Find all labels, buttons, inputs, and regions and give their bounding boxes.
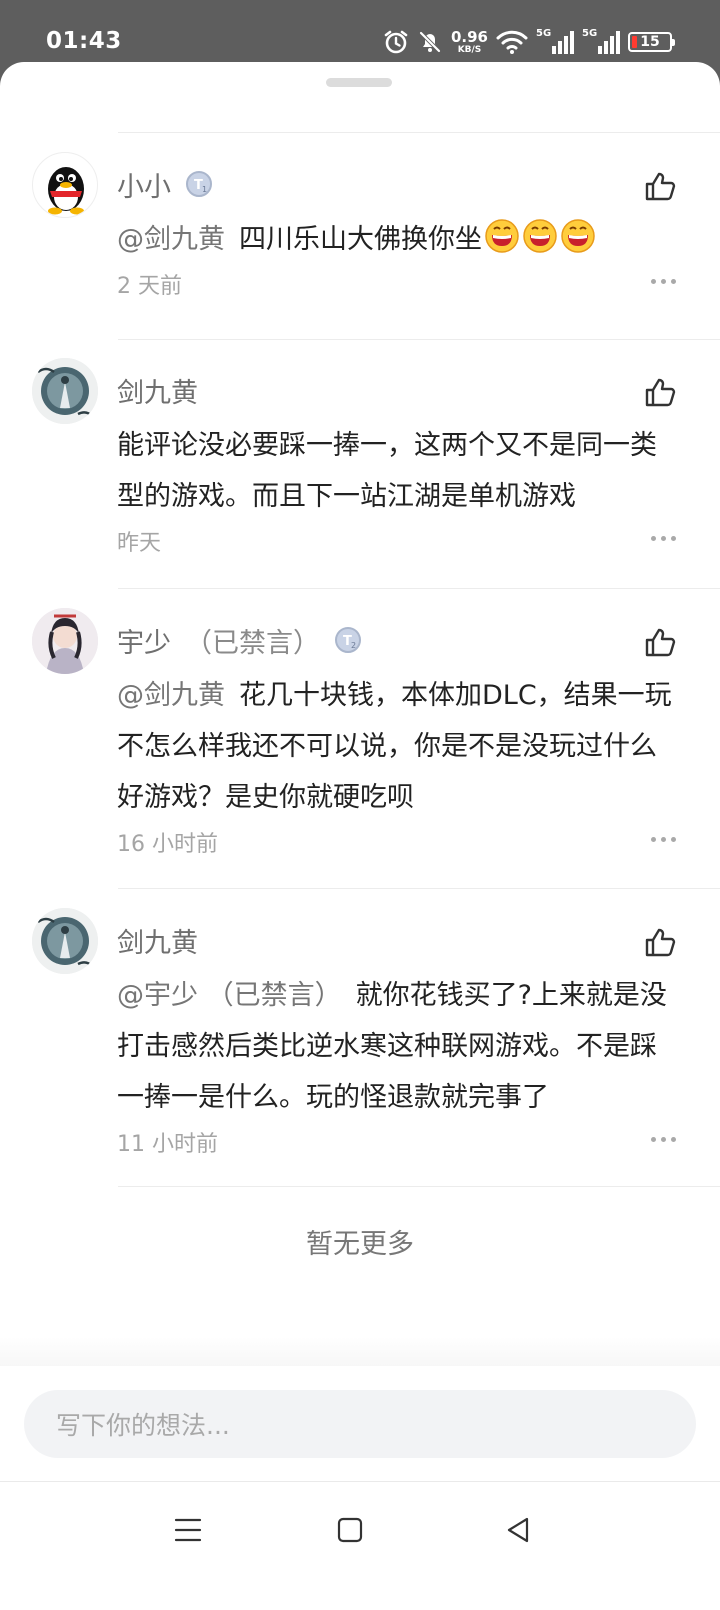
comment-body: 能评论没必要踩一捧一，这两个又不是同一类型的游戏。而且下一站江湖是单机游戏	[117, 430, 657, 512]
avatar[interactable]	[32, 908, 98, 974]
back-triangle-icon[interactable]	[498, 1510, 538, 1550]
divider	[118, 1186, 720, 1187]
avatar[interactable]	[32, 608, 98, 674]
avatar[interactable]	[32, 152, 98, 218]
grinning-face-icon	[561, 219, 595, 253]
battery-fill	[632, 36, 637, 48]
net-speed-unit: KB/S	[457, 44, 482, 55]
comment-text: @宇少 （已禁言） 就你花钱买了?上来就是没打击感然后类比逆水寒这种联网游戏。不是…	[117, 970, 680, 1123]
username[interactable]: 小小	[117, 165, 171, 204]
status-icons: 0.96 KB/S 5G 5G 15	[383, 26, 675, 58]
signal-tag: 5G	[582, 28, 598, 39]
signal-5g-2: 5G	[582, 28, 620, 54]
comment-input-area: 写下你的想法...	[0, 1366, 720, 1481]
battery-icon: 15	[628, 32, 675, 52]
comment-body: 四川乐山大佛换你坐	[239, 224, 482, 255]
status-bar: 01:43 0.96 KB/S 5G 5G 15	[0, 0, 720, 70]
comment-text: 能评论没必要踩一捧一，这两个又不是同一类型的游戏。而且下一站江湖是单机游戏	[117, 420, 680, 522]
comment-input[interactable]: 写下你的想法...	[24, 1390, 696, 1458]
status-time: 01:43	[46, 28, 122, 54]
username[interactable]: 宇少	[117, 621, 171, 660]
mention-link[interactable]: @宇少 （已禁言）	[117, 980, 342, 1011]
divider	[118, 339, 720, 340]
grinning-face-icon	[523, 219, 557, 253]
alarm-icon	[383, 29, 409, 55]
divider	[118, 132, 720, 133]
comment-time: 昨天	[117, 531, 162, 556]
comments-sheet: 小小 T1 @剑九黄 四川乐山大佛换你坐 2 天前 剑九黄 能评论没必要踩一捧一…	[0, 62, 720, 1610]
comment-text: @剑九黄 四川乐山大佛换你坐	[117, 214, 680, 265]
level-badge-icon: T2	[334, 626, 362, 654]
level-badge-icon: T1	[185, 170, 213, 198]
battery-level: 15	[640, 34, 660, 50]
muted-tag: （已禁言）	[185, 627, 320, 659]
username[interactable]: 剑九黄	[117, 921, 198, 960]
drag-handle[interactable]	[326, 78, 392, 87]
more-icon[interactable]	[651, 536, 676, 541]
thumbs-up-icon[interactable]	[640, 372, 680, 412]
comment-time: 2 天前	[117, 274, 182, 299]
more-icon[interactable]	[651, 279, 676, 284]
menu-icon[interactable]	[168, 1510, 208, 1550]
wifi-icon	[496, 29, 528, 55]
svg-text:2: 2	[351, 641, 356, 650]
grinning-face-icon	[485, 219, 519, 253]
comment-text: @剑九黄 花几十块钱，本体加DLC，结果一玩不怎么样我还不可以说，你是不是没玩过什…	[117, 670, 680, 823]
bell-off-icon	[417, 29, 443, 55]
more-icon[interactable]	[651, 837, 676, 842]
comment-time: 16 小时前	[117, 832, 218, 857]
input-placeholder: 写下你的想法...	[56, 1411, 230, 1440]
thumbs-up-icon[interactable]	[640, 622, 680, 662]
username[interactable]: 剑九黄	[117, 371, 198, 410]
mention-link[interactable]: @剑九黄	[117, 680, 225, 711]
thumbs-up-icon[interactable]	[640, 922, 680, 962]
more-icon[interactable]	[651, 1137, 676, 1142]
thumbs-up-icon[interactable]	[640, 166, 680, 206]
signal-tag: 5G	[536, 28, 552, 39]
net-speed: 0.96 KB/S	[450, 27, 488, 55]
svg-text:1: 1	[202, 185, 207, 194]
no-more-label: 暂无更多	[306, 1229, 414, 1260]
net-speed-value: 0.96	[450, 27, 488, 46]
divider	[118, 888, 720, 889]
emoji-group	[484, 218, 596, 254]
mention-link[interactable]: @剑九黄	[117, 224, 225, 255]
comment-time: 11 小时前	[117, 1132, 218, 1157]
divider	[118, 588, 720, 589]
avatar[interactable]	[32, 358, 98, 424]
home-square-icon[interactable]	[330, 1510, 370, 1550]
system-nav-bar	[0, 1481, 720, 1610]
signal-5g-1: 5G	[536, 28, 574, 54]
